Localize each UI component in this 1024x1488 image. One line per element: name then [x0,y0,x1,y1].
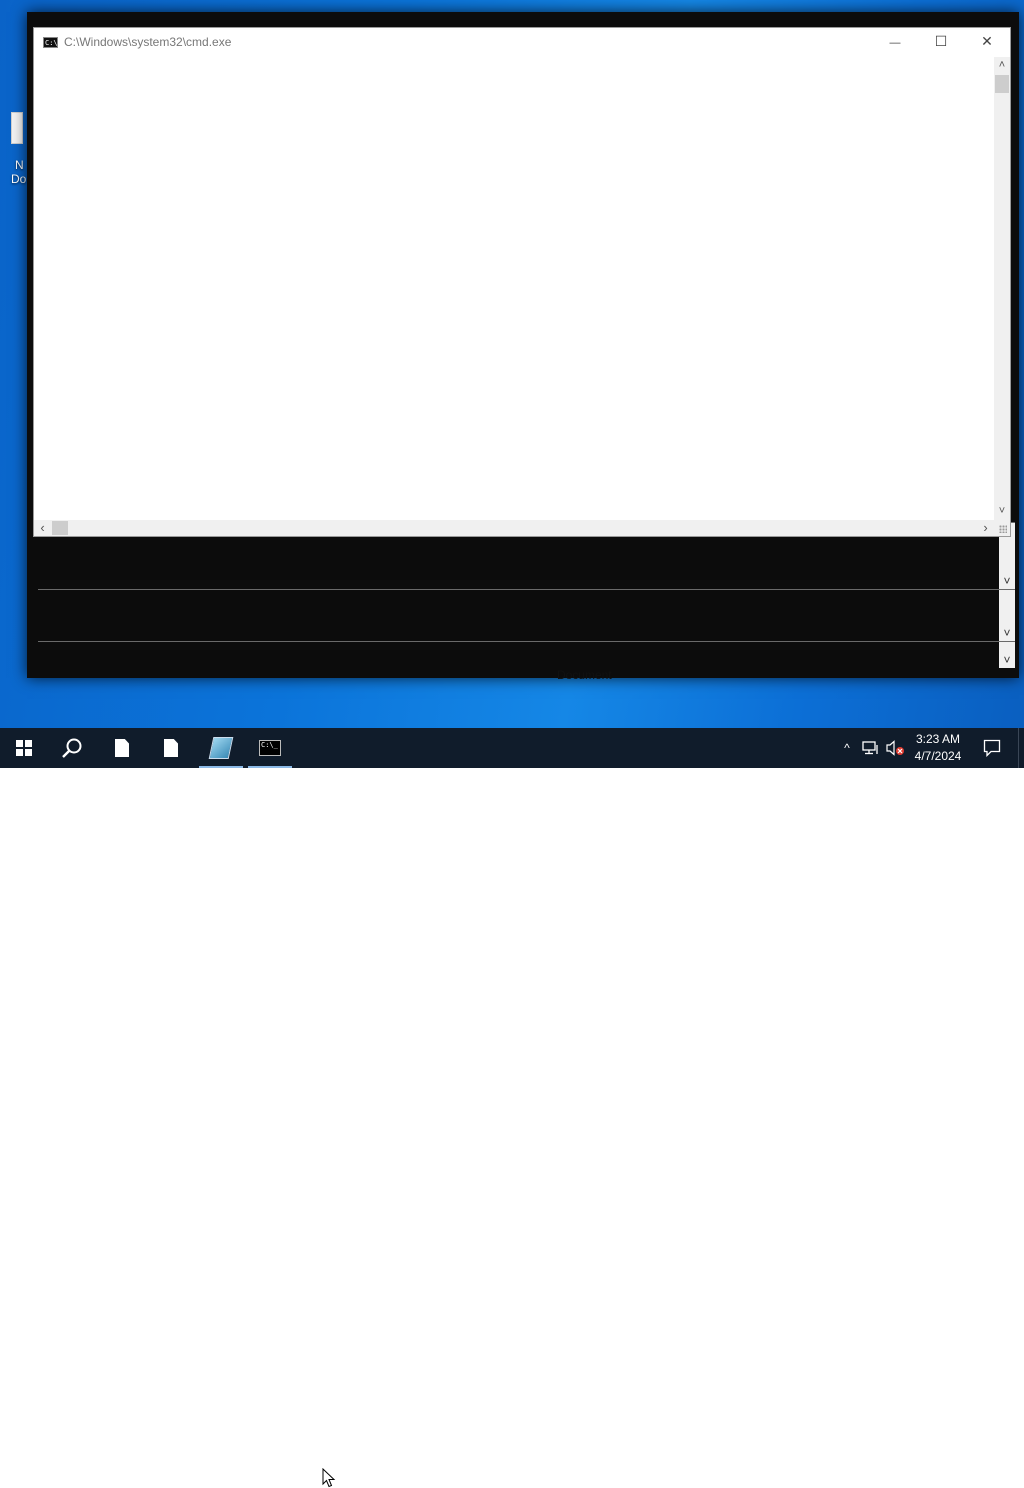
show-hidden-icons-button[interactable]: ^ [838,728,856,768]
title-bar[interactable]: C:\_ C:\Windows\system32\cmd.exe — ☐ ✕ [34,28,1010,57]
start-button[interactable] [0,728,48,768]
network-tray-button[interactable] [860,728,882,768]
vertical-scroll-thumb[interactable] [995,75,1009,93]
resize-grip[interactable] [994,520,1010,536]
taskbar-app-document[interactable] [98,728,146,768]
console-pane: ˅ [38,589,1015,641]
desktop: N Do ˅ ˅ ˅ Document C:\_ C:\Windows\syst… [0,0,1024,728]
minimize-icon: — [889,37,901,49]
command-prompt-icon: C:\_ [43,37,58,48]
console-output-area[interactable] [34,57,994,520]
document-icon [11,112,23,144]
horizontal-scroll-thumb[interactable] [52,521,68,535]
minimize-button[interactable]: — [872,28,918,57]
desktop-label-document: Document [557,668,612,682]
notification-icon [983,739,1001,757]
scroll-down-arrow-icon[interactable]: ˅ [999,652,1015,668]
search-button[interactable] [48,728,96,768]
horizontal-scrollbar[interactable]: ‹ › [34,520,994,536]
taskbar: C:\_ ^ 3:23 AM 4/7/2024 [0,728,1024,1488]
console-pane: ˅ [38,641,1015,668]
maximize-button[interactable]: ☐ [918,28,964,57]
network-icon [862,741,878,755]
window-title: C:\Windows\system32\cmd.exe [64,35,232,49]
document-icon [164,739,178,757]
clock-time: 3:23 AM [915,732,961,746]
pane-scrollbar[interactable]: ˅ [999,590,1015,641]
taskbar-clock[interactable]: 3:23 AM 4/7/2024 [908,731,968,765]
taskbar-app-document[interactable] [147,728,195,768]
windows-logo-icon [16,740,32,756]
scroll-up-arrow-icon[interactable]: ˄ [994,57,1010,74]
action-center-button[interactable] [974,728,1010,768]
close-icon: ✕ [981,33,993,49]
document-icon [115,739,129,757]
scroll-down-arrow-icon[interactable]: ˅ [999,625,1015,641]
maximize-icon: ☐ [934,33,948,49]
cmd-window[interactable]: C:\_ C:\Windows\system32\cmd.exe — ☐ ✕ ˄… [33,27,1011,537]
taskbar-app-notepad[interactable] [197,728,245,768]
scroll-down-arrow-icon[interactable]: ˅ [994,503,1010,520]
show-desktop-button[interactable] [1018,728,1024,768]
taskbar-app-command-prompt[interactable]: C:\_ [246,728,294,768]
notepad-icon [208,737,234,759]
close-button[interactable]: ✕ [964,28,1010,57]
vertical-scrollbar[interactable]: ˄ ˅ [994,57,1010,520]
mouse-cursor-icon [322,1468,336,1488]
scroll-left-arrow-icon[interactable]: ‹ [34,520,51,536]
command-prompt-icon: C:\_ [259,740,281,756]
clock-date: 4/7/2024 [914,749,962,763]
chevron-up-icon: ^ [844,741,850,755]
pane-scrollbar[interactable]: ˅ [999,642,1015,668]
scroll-right-arrow-icon[interactable]: › [977,520,994,536]
volume-tray-button[interactable] [884,728,906,768]
scroll-down-arrow-icon[interactable]: ˅ [999,573,1015,589]
search-icon [62,738,82,758]
volume-muted-icon [886,740,904,756]
